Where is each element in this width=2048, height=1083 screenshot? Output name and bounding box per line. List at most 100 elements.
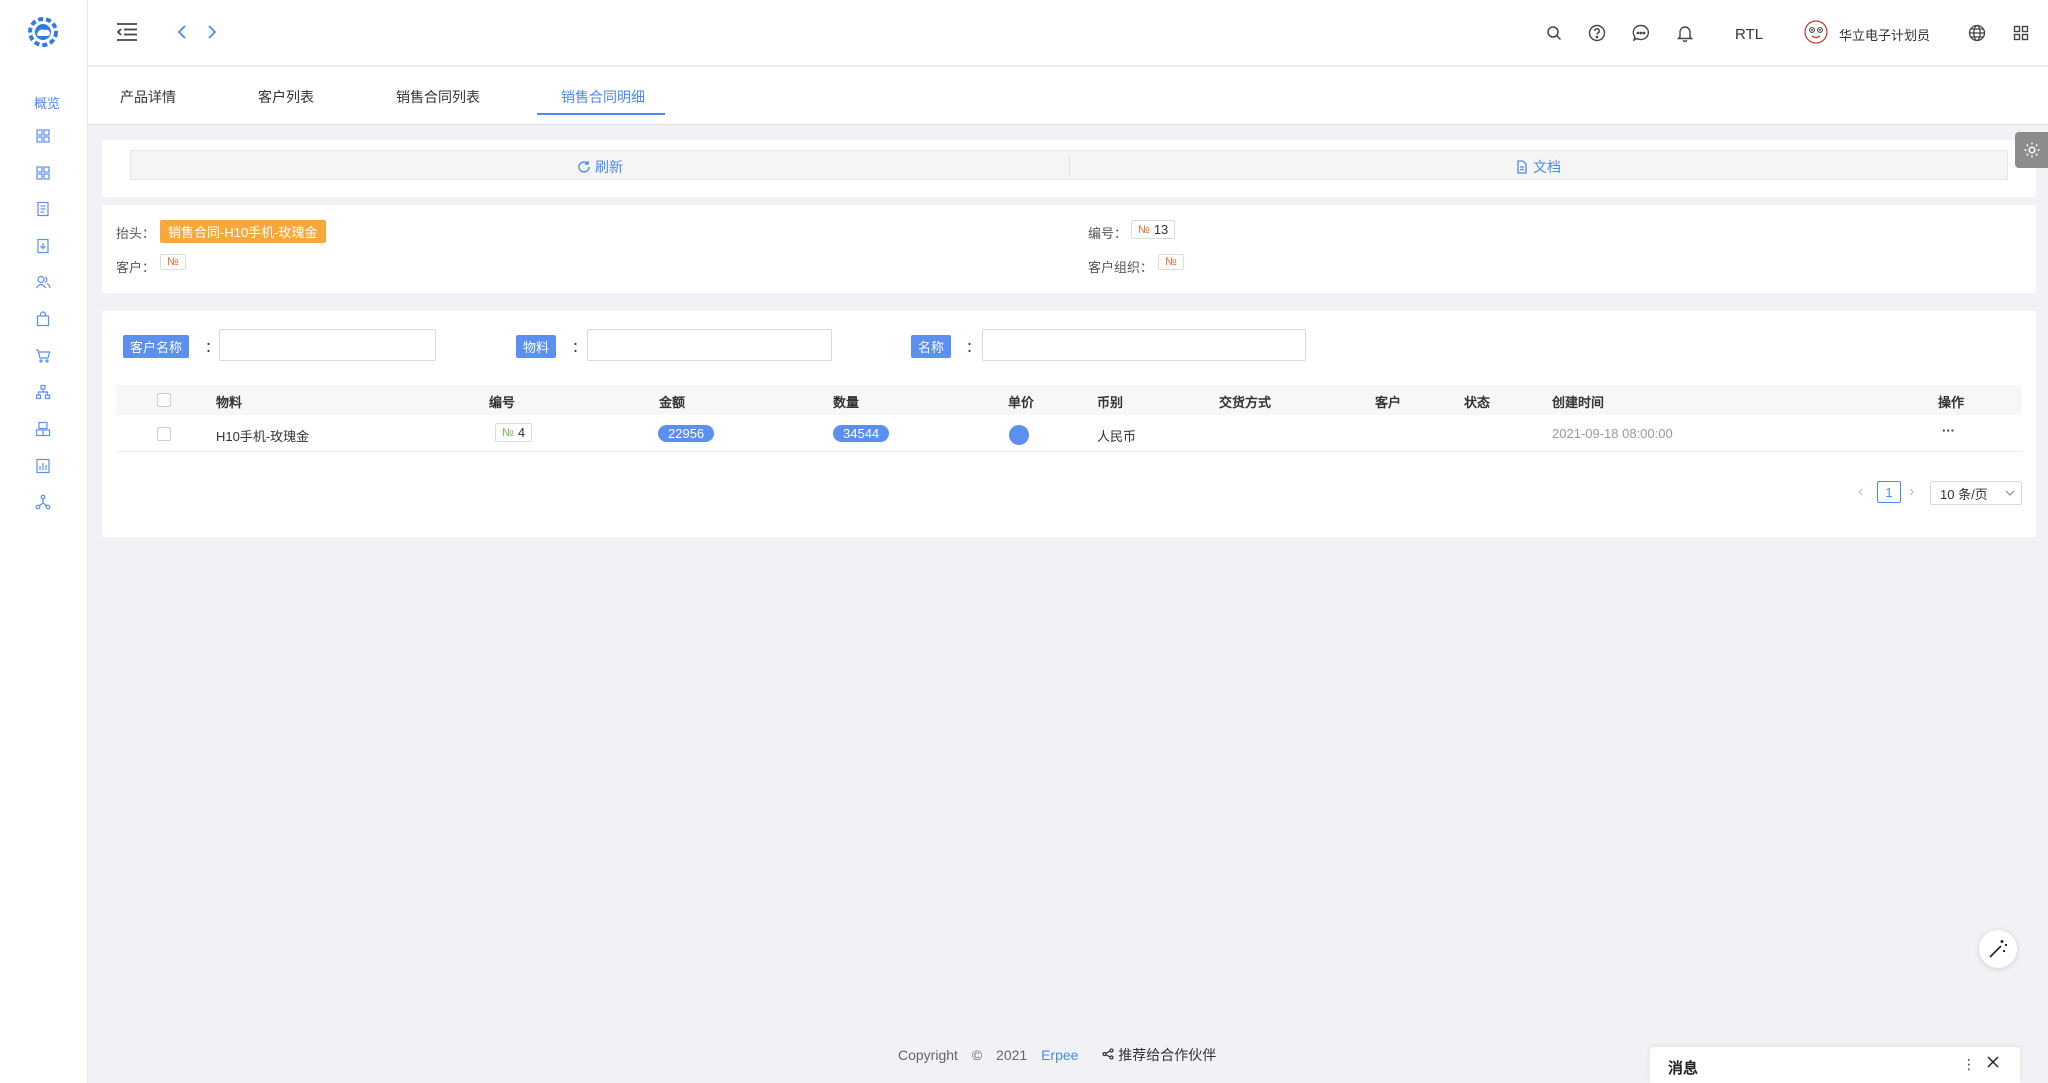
code-label: 编号： [1088, 226, 1128, 241]
customer-value-box: № [160, 254, 186, 270]
filter-material-label: 物料 [516, 335, 557, 358]
cell-currency: 人民币 [1097, 429, 1137, 444]
customer-name-input[interactable] [219, 329, 436, 361]
material-input[interactable] [587, 329, 832, 361]
cart-icon[interactable] [35, 348, 51, 364]
tab-product-detail[interactable]: 产品详情 [120, 87, 176, 107]
footer-year: 2021 [996, 1047, 1028, 1063]
column-header-material: 物料 [216, 395, 243, 410]
top-header: RTL 华立电子计划员 [88, 0, 2048, 66]
tab-bar: 产品详情 客户列表 销售合同列表 销售合同明细 [88, 67, 2048, 125]
current-page-button[interactable]: 1 [1877, 481, 1901, 503]
recommend-label: 推荐给合作伙伴 [1118, 1047, 1217, 1063]
users-icon[interactable] [35, 274, 51, 290]
cell-code: № 4 [495, 423, 533, 442]
customer-org-label: 客户组织： [1088, 260, 1154, 275]
help-icon[interactable] [1587, 23, 1607, 43]
tab-customer-list[interactable]: 客户列表 [258, 87, 314, 107]
copyright-icon: © [971, 1047, 983, 1063]
tab-sales-contract-list[interactable]: 销售合同列表 [396, 87, 480, 107]
bag-icon[interactable] [35, 311, 51, 327]
detail-panel [102, 205, 2036, 293]
customer-label: 客户： [116, 260, 156, 275]
column-header-created: 创建时间 [1552, 395, 1605, 410]
row-divider [116, 451, 2022, 452]
more-icon[interactable]: ⋮ [1962, 1056, 1976, 1073]
prev-page-icon[interactable]: ‹ [1858, 483, 1863, 501]
app-logo-icon[interactable] [26, 14, 60, 50]
next-page-icon[interactable]: › [1909, 483, 1914, 501]
row-actions-button[interactable]: ··· [1942, 423, 1955, 438]
column-header-quantity: 数量 [833, 395, 860, 410]
tab-sales-contract-detail[interactable]: 销售合同明细 [561, 87, 645, 107]
number-sign-icon: № [167, 256, 179, 268]
filter-name-label: 名称 [911, 335, 952, 358]
column-header-unit-price: 单价 [1008, 395, 1035, 410]
footer-brand-link[interactable]: Erpee [1041, 1047, 1078, 1063]
cell-code-value: 4 [517, 425, 526, 440]
forward-icon[interactable] [205, 22, 219, 42]
table-header [116, 385, 2022, 415]
messages-panel[interactable]: 消息 ⋮ [1650, 1047, 2020, 1083]
apps-grid-icon[interactable] [2011, 23, 2031, 43]
building-icon[interactable] [35, 421, 51, 437]
sidebar-overview-label[interactable]: 概览 [34, 93, 60, 112]
magic-wand-button[interactable] [1979, 930, 2017, 968]
column-header-status: 状态 [1464, 395, 1491, 410]
filter-colon: ： [205, 339, 219, 355]
search-icon[interactable] [1544, 23, 1564, 43]
org-icon[interactable] [35, 384, 51, 400]
grid-icon[interactable] [35, 128, 51, 144]
back-icon[interactable] [175, 22, 189, 42]
avatar[interactable] [1804, 20, 1828, 44]
footer: Copyright © 2021 Erpee 推荐给合作伙伴 [898, 1045, 1216, 1065]
column-header-code: 编号 [489, 395, 516, 410]
refresh-button[interactable]: 刷新 [577, 157, 623, 177]
filter-customer-name-label: 客户名称 [123, 335, 190, 358]
footer-copyright: Copyright [898, 1047, 958, 1063]
title-label: 抬头： [116, 226, 156, 241]
page-size-select[interactable]: 10 条/页 [1930, 481, 2022, 505]
cell-quantity: 34544 [833, 425, 890, 442]
settings-gear-button[interactable] [2015, 132, 2048, 168]
page-size-value: 10 条/页 [1940, 486, 1988, 502]
grid-icon[interactable] [35, 165, 51, 181]
download-icon[interactable] [35, 238, 51, 254]
close-icon[interactable] [1987, 1055, 1999, 1071]
share-icon[interactable] [35, 494, 51, 510]
sidebar: 概览 [0, 0, 88, 1083]
number-sign-icon: № [1138, 223, 1150, 236]
cell-created: 2021-09-18 08:00:00 [1552, 426, 1673, 441]
row-checkbox[interactable] [157, 427, 171, 441]
toolbar: 刷新 文档 [130, 150, 2008, 180]
bell-icon[interactable] [1675, 23, 1695, 43]
report-icon[interactable] [35, 458, 51, 474]
recommend-link[interactable]: 推荐给合作伙伴 [1102, 1047, 1216, 1063]
docs-label: 文档 [1533, 159, 1561, 175]
globe-icon[interactable] [1967, 23, 1987, 43]
cell-material: H10手机-玫瑰金 [216, 429, 310, 444]
toolbar-divider [1069, 155, 1070, 177]
menu-toggle-icon[interactable] [115, 20, 139, 44]
refresh-label: 刷新 [595, 159, 623, 175]
name-input[interactable] [982, 329, 1306, 361]
column-header-amount: 金额 [659, 395, 686, 410]
rtl-toggle[interactable]: RTL [1735, 26, 1763, 43]
title-tag: 销售合同-H10手机-玫瑰金 [160, 220, 326, 243]
document-icon [1517, 160, 1527, 174]
filter-colon: ： [966, 339, 980, 355]
column-header-delivery: 交货方式 [1219, 395, 1272, 410]
refresh-icon [578, 161, 590, 173]
customer-org-value-box: № [1158, 254, 1184, 270]
select-all-checkbox[interactable] [157, 393, 171, 407]
chat-icon[interactable] [1631, 23, 1651, 43]
docs-button[interactable]: 文档 [1515, 157, 1561, 177]
column-header-actions: 操作 [1938, 395, 1965, 410]
column-header-currency: 币别 [1097, 395, 1124, 410]
cell-amount: 22956 [658, 425, 715, 442]
share-icon [1102, 1048, 1114, 1060]
document-icon[interactable] [35, 201, 51, 217]
messages-title: 消息 [1668, 1060, 1699, 1077]
user-name[interactable]: 华立电子计划员 [1839, 25, 1930, 44]
number-sign-icon: № [1165, 256, 1177, 268]
